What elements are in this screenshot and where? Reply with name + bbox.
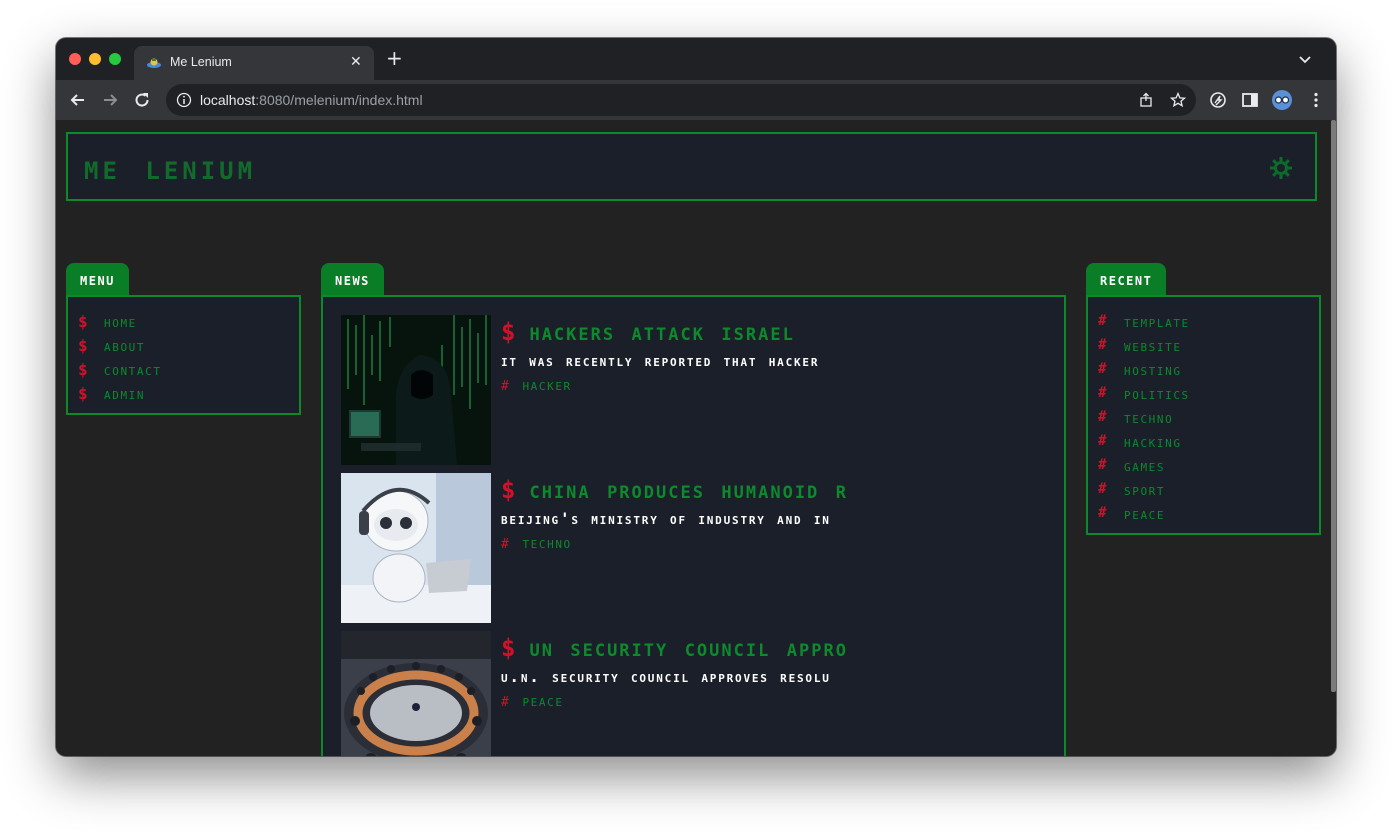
recent-item-label: Politics bbox=[1124, 383, 1190, 403]
menu-item-label: About bbox=[104, 335, 146, 355]
side-panel-icon[interactable] bbox=[1240, 90, 1260, 110]
menu-item-home[interactable]: $ Home bbox=[78, 309, 299, 333]
share-icon[interactable] bbox=[1138, 92, 1154, 108]
hash-icon: # bbox=[1098, 505, 1107, 521]
menu-item-label: Home bbox=[104, 311, 137, 331]
recent-item-label: Techno bbox=[1124, 407, 1174, 427]
recent-item-website[interactable]: # Website bbox=[1098, 333, 1319, 357]
hooded-hacker-image[interactable] bbox=[341, 315, 491, 465]
news-summary: It was recently reported that hacker bbox=[501, 351, 820, 370]
news-item: $ UN Security Council Appro U.N. Security… bbox=[341, 631, 991, 756]
news-panel: $ Hackers Attack Israel It was recently r… bbox=[321, 295, 1066, 756]
tab-title: Me Lenium bbox=[170, 55, 232, 69]
recent-item-label: Games bbox=[1124, 455, 1166, 475]
browser-tab[interactable]: Me Lenium ✕ bbox=[134, 46, 374, 80]
dollar-icon: $ bbox=[501, 318, 518, 346]
news-tag[interactable]: # Peace bbox=[501, 689, 989, 713]
recent-item-label: Peace bbox=[1124, 503, 1166, 523]
dollar-icon: $ bbox=[501, 634, 518, 662]
hash-icon: # bbox=[1098, 313, 1107, 329]
profile-avatar-icon[interactable] bbox=[1271, 89, 1293, 111]
maximize-window-button[interactable] bbox=[109, 53, 121, 65]
recent-item-hosting[interactable]: # Hosting bbox=[1098, 357, 1319, 381]
menu-item-label: Admin bbox=[104, 383, 146, 403]
hash-icon: # bbox=[501, 695, 511, 710]
recent-panel: # Template # Website # Hosting # Politic… bbox=[1086, 295, 1321, 535]
menu-item-admin[interactable]: $ Admin bbox=[78, 381, 299, 405]
menu-item-label: Contact bbox=[104, 359, 162, 379]
close-window-button[interactable] bbox=[69, 53, 81, 65]
news-summary: Beijing's Ministry of Industry and In bbox=[501, 509, 831, 528]
hash-icon: # bbox=[1098, 337, 1107, 353]
news-text: $ Hackers Attack Israel It was recently r… bbox=[501, 315, 989, 397]
hash-icon: # bbox=[1098, 361, 1107, 377]
dollar-icon: $ bbox=[78, 383, 88, 403]
url-text: localhost:8080/melenium/index.html bbox=[200, 92, 423, 108]
more-menu-icon[interactable] bbox=[1306, 90, 1326, 110]
recent-item-label: Website bbox=[1124, 335, 1182, 355]
dollar-icon: $ bbox=[78, 311, 88, 331]
recent-item-games[interactable]: # Games bbox=[1098, 453, 1319, 477]
recent-item-label: Sport bbox=[1124, 479, 1166, 499]
forward-arrow-icon[interactable] bbox=[100, 90, 120, 110]
dollar-icon: $ bbox=[501, 476, 518, 504]
news-text: $ UN Security Council Appro U.N. Security… bbox=[501, 631, 989, 713]
recent-item-politics[interactable]: # Politics bbox=[1098, 381, 1319, 405]
title-bar: Me Lenium ✕ + bbox=[56, 38, 1336, 80]
hash-icon: # bbox=[1098, 385, 1107, 401]
site-header: Me Lenium bbox=[66, 132, 1317, 201]
bookmark-star-icon[interactable] bbox=[1170, 92, 1186, 108]
site-info-icon[interactable] bbox=[176, 92, 192, 108]
recent-item-hacking[interactable]: # Hacking bbox=[1098, 429, 1319, 453]
news-item: $ Hackers Attack Israel It was recently r… bbox=[341, 315, 991, 465]
news-title[interactable]: $ Hackers Attack Israel bbox=[501, 315, 989, 349]
dollar-icon: $ bbox=[78, 359, 88, 379]
recent-item-label: Hosting bbox=[1124, 359, 1182, 379]
hash-icon: # bbox=[501, 537, 511, 552]
tab-search-chevron-icon[interactable] bbox=[1298, 52, 1312, 66]
recent-item-peace[interactable]: # Peace bbox=[1098, 501, 1319, 525]
favicon-icon bbox=[147, 58, 161, 68]
news-title[interactable]: $ UN Security Council Appro bbox=[501, 631, 989, 665]
hash-icon: # bbox=[1098, 457, 1107, 473]
menu-heading: Menu bbox=[66, 263, 129, 297]
news-title[interactable]: $ China Produces Humanoid R bbox=[501, 473, 989, 507]
reload-icon[interactable] bbox=[132, 90, 152, 110]
back-arrow-icon[interactable] bbox=[68, 90, 88, 110]
recent-item-label: Hacking bbox=[1124, 431, 1182, 451]
page-viewport: Me Lenium Menu $ Ho bbox=[56, 120, 1336, 756]
hash-icon: # bbox=[1098, 433, 1107, 449]
menu-item-contact[interactable]: $ Contact bbox=[78, 357, 299, 381]
menu-item-about[interactable]: $ About bbox=[78, 333, 299, 357]
extension-icon[interactable] bbox=[1208, 90, 1228, 110]
dollar-icon: $ bbox=[78, 335, 88, 355]
news-text: $ China Produces Humanoid R Beijing's Min… bbox=[501, 473, 989, 555]
news-tag[interactable]: # Techno bbox=[501, 531, 989, 555]
menu-panel: $ Home $ About $ Contact $ Admin bbox=[66, 295, 301, 415]
hash-icon: # bbox=[1098, 481, 1107, 497]
recent-heading: Recent bbox=[1086, 263, 1167, 297]
address-bar[interactable]: localhost:8080/melenium/index.html bbox=[166, 84, 1196, 116]
news-heading: News bbox=[321, 263, 384, 297]
council-chamber-image[interactable] bbox=[341, 631, 491, 756]
recent-item-sport[interactable]: # Sport bbox=[1098, 477, 1319, 501]
hash-icon: # bbox=[501, 379, 511, 394]
browser-window: Me Lenium ✕ + localhost:8080/melenium/in… bbox=[56, 38, 1336, 756]
page-scrollbar[interactable] bbox=[1331, 120, 1336, 692]
news-summary: U.N. Security Council approves resolu bbox=[501, 667, 831, 686]
news-tag[interactable]: # Hacker bbox=[501, 373, 989, 397]
recent-item-label: Template bbox=[1124, 311, 1190, 331]
hash-icon: # bbox=[1098, 409, 1107, 425]
new-tab-icon[interactable]: + bbox=[386, 48, 403, 68]
recent-item-template[interactable]: # Template bbox=[1098, 309, 1319, 333]
gear-icon[interactable] bbox=[1269, 156, 1293, 180]
news-item: $ China Produces Humanoid R Beijing's Min… bbox=[341, 473, 991, 623]
minimize-window-button[interactable] bbox=[89, 53, 101, 65]
site-title[interactable]: Me Lenium bbox=[84, 148, 256, 188]
browser-toolbar: localhost:8080/melenium/index.html bbox=[56, 80, 1336, 120]
tab-close-icon[interactable]: ✕ bbox=[350, 54, 362, 70]
robot-image[interactable] bbox=[341, 473, 491, 623]
recent-item-techno[interactable]: # Techno bbox=[1098, 405, 1319, 429]
